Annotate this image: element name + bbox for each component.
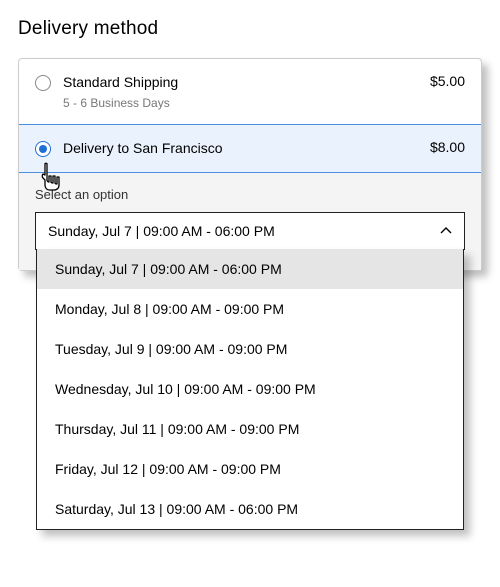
option-standard-shipping[interactable]: Standard Shipping 5 - 6 Business Days $5…: [19, 59, 481, 124]
dropdown-item[interactable]: Thursday, Jul 11 | 09:00 AM - 09:00 PM: [37, 409, 463, 449]
option-local-delivery[interactable]: Delivery to San Francisco $8.00: [19, 124, 481, 174]
option-subtitle: 5 - 6 Business Days: [63, 96, 418, 110]
dropdown-item[interactable]: Saturday, Jul 13 | 09:00 AM - 06:00 PM: [37, 489, 463, 529]
dropdown-item[interactable]: Monday, Jul 8 | 09:00 AM - 09:00 PM: [37, 289, 463, 329]
select-current-value: Sunday, Jul 7 | 09:00 AM - 06:00 PM: [48, 223, 275, 239]
select-label: Select an option: [35, 187, 465, 202]
time-slot-area: Select an option Sunday, Jul 7 | 09:00 A…: [19, 173, 481, 270]
dropdown-item[interactable]: Tuesday, Jul 9 | 09:00 AM - 09:00 PM: [37, 329, 463, 369]
delivery-panel: Standard Shipping 5 - 6 Business Days $5…: [18, 58, 482, 271]
dropdown-item[interactable]: Wednesday, Jul 10 | 09:00 AM - 09:00 PM: [37, 369, 463, 409]
chevron-up-icon: [440, 225, 452, 237]
dropdown-item[interactable]: Sunday, Jul 7 | 09:00 AM - 06:00 PM: [37, 249, 463, 289]
radio-icon[interactable]: [35, 141, 51, 157]
option-title: Standard Shipping: [63, 73, 418, 93]
delivery-method-heading: Delivery method: [18, 18, 482, 40]
time-slot-select[interactable]: Sunday, Jul 7 | 09:00 AM - 06:00 PM Sund…: [35, 212, 465, 250]
option-title: Delivery to San Francisco: [63, 139, 418, 159]
dropdown-item[interactable]: Friday, Jul 12 | 09:00 AM - 09:00 PM: [37, 449, 463, 489]
time-slot-dropdown: Sunday, Jul 7 | 09:00 AM - 06:00 PM Mond…: [36, 249, 464, 530]
option-price: $5.00: [430, 73, 465, 89]
radio-icon[interactable]: [35, 75, 51, 91]
option-texts: Delivery to San Francisco: [63, 139, 418, 159]
option-price: $8.00: [430, 139, 465, 155]
option-texts: Standard Shipping 5 - 6 Business Days: [63, 73, 418, 110]
